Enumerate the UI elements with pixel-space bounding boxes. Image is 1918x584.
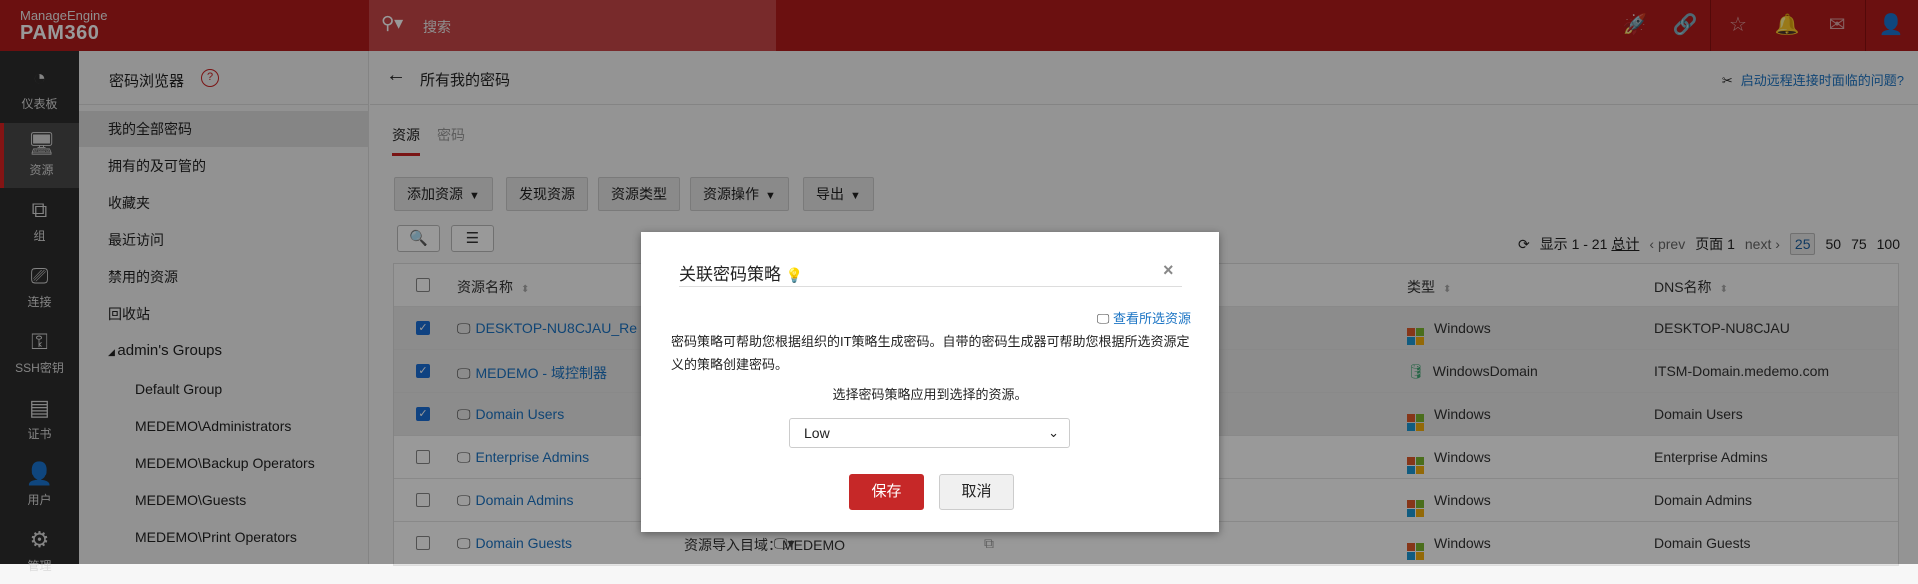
close-icon[interactable]: ×	[1163, 260, 1174, 281]
divider	[679, 286, 1182, 287]
view-link-text: 查看所选资源	[1112, 311, 1191, 326]
dialog-description: 密码策略可帮助您根据组织的IT策略生成密码。自带的密码生成器可帮助您根据所选资源…	[671, 334, 1190, 372]
policy-select[interactable]: Low ⌄	[789, 418, 1070, 448]
cancel-button[interactable]: 取消	[939, 474, 1014, 510]
lightbulb-icon[interactable]: 💡	[786, 267, 803, 283]
view-selected-resources-link[interactable]: 🖵 查看所选资源	[1097, 308, 1191, 327]
policy-value: Low	[804, 425, 830, 441]
dialog-title-text: 关联密码策略	[679, 265, 781, 284]
dialog-prompt: 选择密码策略应用到选择的资源。	[832, 387, 1028, 402]
monitor-icon: 🖵	[1096, 311, 1110, 326]
associate-policy-dialog: 关联密码策略 💡 × 🖵 查看所选资源 密码策略可帮助您根据组织的IT策略生成密…	[641, 232, 1219, 532]
save-button[interactable]: 保存	[849, 474, 924, 510]
dialog-title: 关联密码策略 💡	[679, 260, 803, 285]
chevron-down-icon: ⌄	[1048, 425, 1059, 440]
